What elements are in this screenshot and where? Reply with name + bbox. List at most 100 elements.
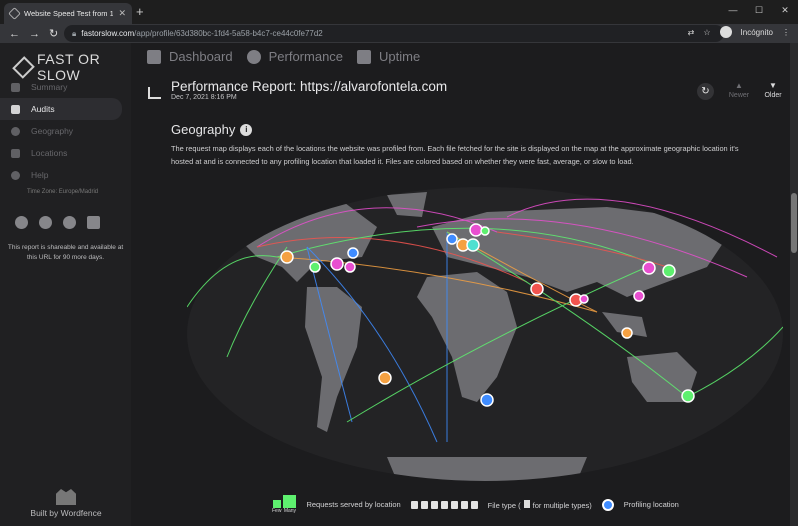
report-title: Performance Report: https://alvarofontel… xyxy=(171,79,448,94)
file-type-label: File type (for multiple types) xyxy=(488,499,592,510)
twitter-icon[interactable] xyxy=(39,216,52,229)
window-controls: — ☐ ✕ xyxy=(720,0,798,20)
bookmark-star-icon[interactable]: ☆ xyxy=(703,28,710,37)
sidebar-item-help[interactable]: Help xyxy=(0,164,131,186)
sidebar-item-summary[interactable]: Summary xyxy=(0,76,131,98)
sidebar-item-geography[interactable]: Geography xyxy=(0,120,131,142)
wordfence-logo-icon xyxy=(56,489,76,505)
copy-link-icon[interactable] xyxy=(87,216,100,229)
tab-label: Performance xyxy=(268,49,344,64)
audits-icon xyxy=(11,104,20,114)
profiling-marker[interactable] xyxy=(480,393,494,407)
refresh-button[interactable]: ↻ xyxy=(697,83,714,100)
chevron-up-icon: ▲ xyxy=(735,81,743,90)
map-legend: Few Many Requests served by location Fil… xyxy=(272,495,679,514)
stopwatch-icon xyxy=(246,49,261,64)
sidebar-item-label: Summary xyxy=(31,82,68,92)
address-bar[interactable]: 🔒︎ fastorslow.com /app/profile/63d380bc-… xyxy=(64,25,724,42)
multiple-types-icon xyxy=(523,499,530,508)
tab-uptime[interactable]: Uptime xyxy=(357,49,420,64)
file-marker[interactable] xyxy=(344,261,356,273)
page-scrollbar[interactable] xyxy=(790,43,798,526)
profiling-marker[interactable] xyxy=(446,233,458,245)
minimize-icon[interactable]: — xyxy=(720,0,746,20)
newer-button[interactable]: ▲ Newer xyxy=(727,81,751,99)
requests-scale: Few Many xyxy=(272,495,297,514)
file-marker[interactable] xyxy=(621,327,633,339)
scale-few: Few xyxy=(272,500,281,514)
url-host: fastorslow.com xyxy=(81,29,135,38)
file-marker[interactable] xyxy=(280,250,294,264)
file-marker[interactable] xyxy=(642,261,656,275)
file-marker[interactable] xyxy=(330,257,344,271)
file-marker[interactable] xyxy=(378,371,392,385)
requests-served-label: Requests served by location xyxy=(306,500,401,509)
font-file-icon xyxy=(440,500,448,509)
forward-icon[interactable]: → xyxy=(29,28,40,40)
profiling-location-pin-icon xyxy=(601,498,614,511)
maximize-icon[interactable]: ☐ xyxy=(746,0,772,20)
browser-toolbar: ← → ↻ 🔒︎ fastorslow.com /app/profile/63d… xyxy=(0,24,798,43)
scale-few-label: Few xyxy=(272,508,282,514)
favicon-icon xyxy=(8,7,21,20)
menu-kebab-icon[interactable]: ⋮ xyxy=(782,28,790,37)
file-marker[interactable] xyxy=(480,226,490,236)
request-map[interactable] xyxy=(187,187,783,481)
scrollbar-thumb[interactable] xyxy=(791,193,797,253)
sidebar-item-locations[interactable]: Locations xyxy=(0,142,131,164)
file-type-icons xyxy=(410,500,478,509)
summary-icon xyxy=(11,82,20,92)
profiling-marker[interactable] xyxy=(347,247,359,259)
tab-dashboard[interactable]: Dashboard xyxy=(147,49,233,64)
scale-many-swatch xyxy=(283,495,297,508)
main-content: Dashboard Performance Uptime Performance… xyxy=(131,43,790,526)
built-by-wordfence[interactable]: Built by Wordfence xyxy=(30,489,102,518)
share-buttons xyxy=(15,216,100,229)
sidebar-item-audits[interactable]: Audits xyxy=(0,98,122,120)
lock-icon: 🔒︎ xyxy=(72,28,77,38)
newer-label: Newer xyxy=(728,92,750,99)
file-marker[interactable] xyxy=(530,282,544,296)
share-note: This report is shareable and available a… xyxy=(7,244,124,261)
sidebar: FAST OR SLOW Summary Audits Geography Lo… xyxy=(0,43,131,526)
globe-icon xyxy=(11,126,20,136)
image-file-icon xyxy=(420,500,428,509)
top-nav: Dashboard Performance Uptime xyxy=(147,49,420,64)
file-marker[interactable] xyxy=(466,238,480,252)
chevron-down-icon: ▼ xyxy=(769,81,777,90)
uptime-icon xyxy=(357,49,372,64)
reload-icon[interactable]: ↻ xyxy=(49,27,58,40)
facebook-icon[interactable] xyxy=(15,216,28,229)
new-tab-button[interactable]: + xyxy=(136,4,144,19)
help-icon xyxy=(11,170,20,180)
other-file-icon xyxy=(470,500,478,509)
css-file-icon xyxy=(430,500,438,509)
browser-tab[interactable]: Website Speed Test from 18 Loc ✕ xyxy=(4,3,132,24)
info-icon[interactable]: i xyxy=(240,123,253,136)
tab-label: Dashboard xyxy=(169,49,233,64)
translate-icon[interactable]: ⇄ xyxy=(688,28,695,37)
file-marker[interactable] xyxy=(662,264,676,278)
file-marker[interactable] xyxy=(681,389,695,403)
profile-label[interactable]: Incógnito xyxy=(741,28,773,37)
sidebar-item-label: Audits xyxy=(31,104,55,114)
timezone-label: Time Zone: Europe/Madrid xyxy=(27,189,99,195)
whatsapp-icon[interactable] xyxy=(63,216,76,229)
file-marker[interactable] xyxy=(309,261,321,273)
back-icon[interactable]: ← xyxy=(9,28,20,40)
close-icon[interactable]: ✕ xyxy=(772,0,798,20)
file-marker[interactable] xyxy=(633,290,645,302)
sidebar-item-label: Help xyxy=(31,170,49,180)
file-marker[interactable] xyxy=(579,294,589,304)
url-path: /app/profile/63d380bc-1fd4-5a58-b4c7-ce4… xyxy=(134,29,323,38)
report-chart-icon xyxy=(148,87,161,99)
incognito-icon[interactable] xyxy=(719,26,732,38)
refresh-icon: ↻ xyxy=(701,86,710,97)
tab-close-icon[interactable]: ✕ xyxy=(118,8,126,19)
older-button[interactable]: ▼ Older xyxy=(761,81,785,99)
sidebar-item-label: Locations xyxy=(31,148,68,158)
file-marker[interactable] xyxy=(469,223,483,237)
tab-performance[interactable]: Performance xyxy=(246,49,344,64)
browser-tabbar: Website Speed Test from 18 Loc ✕ + — ☐ ✕ xyxy=(0,0,798,24)
scale-many: Many xyxy=(283,495,297,514)
